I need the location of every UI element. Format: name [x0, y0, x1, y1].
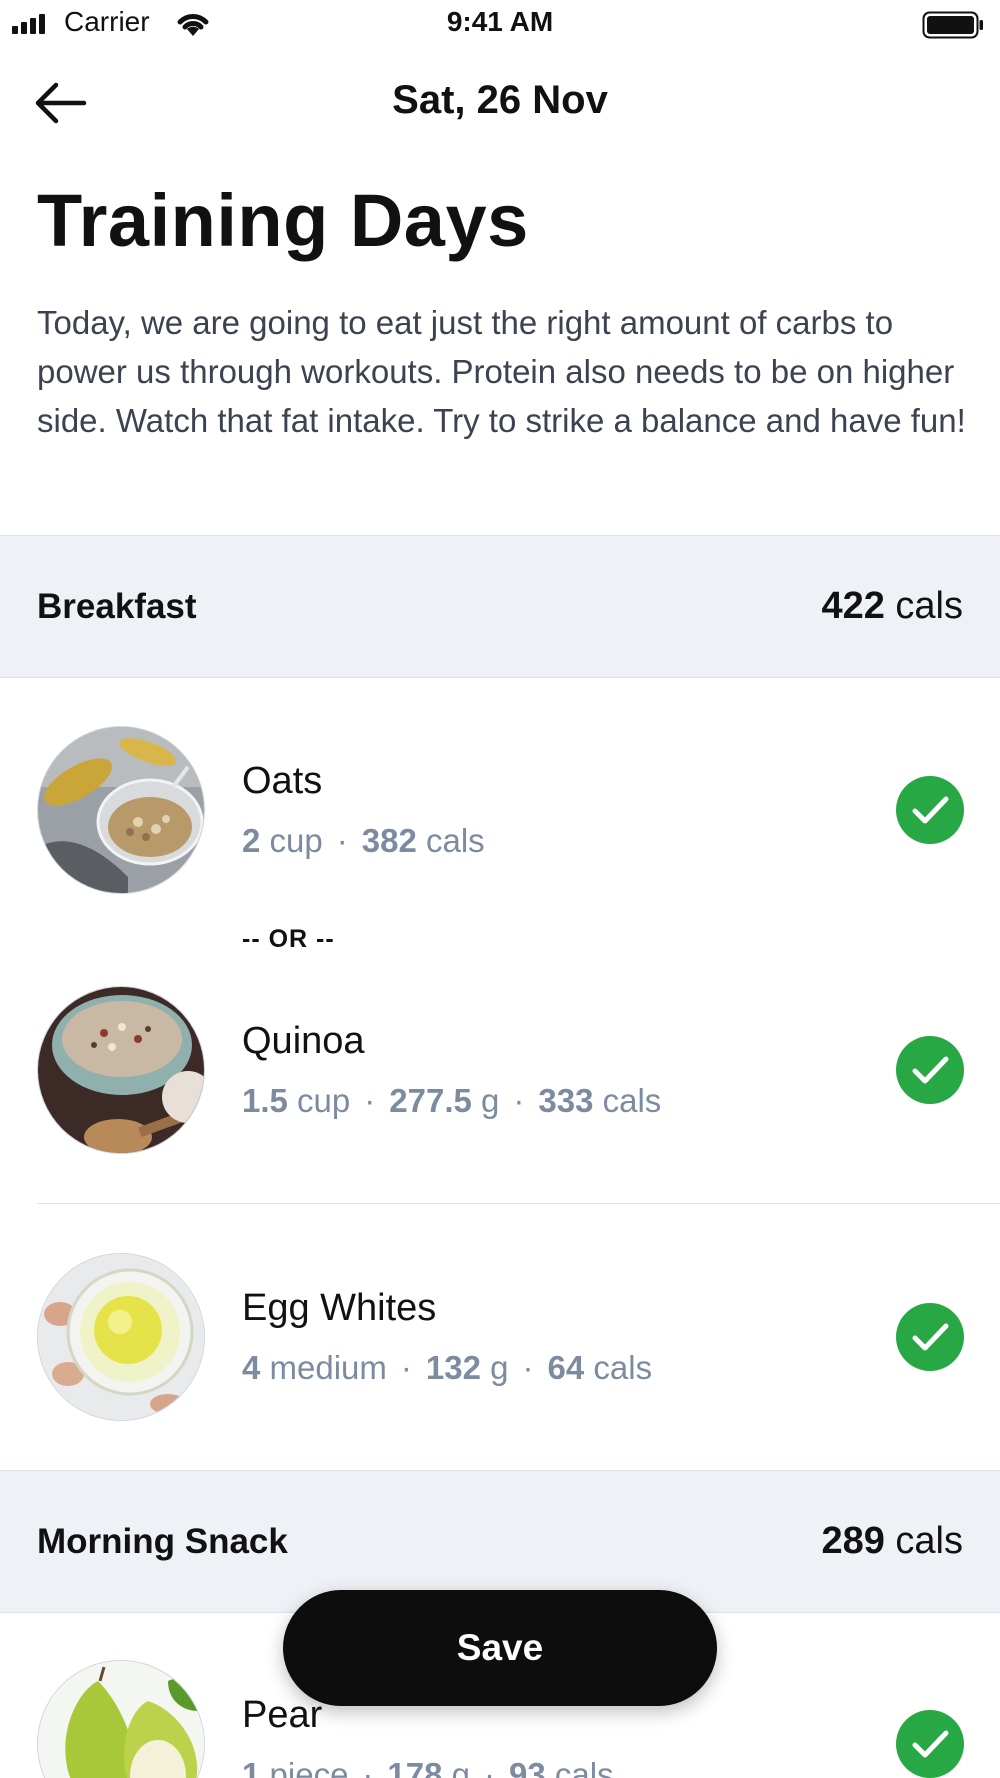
meal-name: Morning Snack [37, 1522, 288, 1561]
meal-name: Breakfast [37, 587, 197, 626]
plan-description: Today, we are going to eat just the righ… [37, 304, 966, 439]
save-button[interactable]: Save [283, 1590, 717, 1706]
status-time: 9:41 AM [446, 6, 554, 37]
oats-photo [37, 726, 205, 894]
quinoa-photo [37, 986, 205, 1154]
date-title: Sat, 26 Nov [392, 78, 608, 122]
screen: Carrier 9:41 AM Sat, 26 Nov Training Day… [0, 0, 1000, 1778]
check-toggle[interactable] [896, 776, 964, 844]
check-toggle[interactable] [896, 1036, 964, 1104]
food-item-egg-whites[interactable]: Egg Whites 4 medium · 132 g · 64 cals [0, 1253, 1000, 1433]
battery-icon [922, 11, 983, 39]
food-name: Oats [242, 760, 323, 802]
status-bar: Carrier 9:41 AM [0, 0, 1000, 50]
meal-header-breakfast: Breakfast 422 cals [0, 535, 1000, 678]
checkmark-icon [912, 796, 949, 824]
check-toggle[interactable] [896, 1303, 964, 1371]
checkmark-icon [912, 1056, 949, 1084]
or-separator: -- OR -- [242, 925, 335, 953]
egg-whites-photo [37, 1253, 205, 1421]
meal-calories: 289 cals [821, 1520, 963, 1562]
check-toggle[interactable] [896, 1710, 964, 1778]
food-name: Quinoa [242, 1020, 365, 1062]
checkmark-icon [912, 1323, 949, 1351]
food-name: Egg Whites [242, 1287, 437, 1329]
pear-photo [37, 1660, 205, 1778]
meal-calories: 422 cals [821, 585, 963, 627]
food-details: 4 medium · 132 g · 64 cals [242, 1349, 653, 1386]
food-item-oats[interactable]: Oats 2 cup · 382 cals [0, 726, 1000, 906]
food-item-quinoa[interactable]: Quinoa 1.5 cup · 277.5 g · 333 cals [0, 986, 1000, 1166]
nav-header: Sat, 26 Nov [0, 60, 1000, 144]
food-details: 1 piece · 178 g · 93 cals [242, 1756, 614, 1778]
item-divider [37, 1203, 1000, 1204]
food-details: 1.5 cup · 277.5 g · 333 cals [242, 1082, 662, 1119]
page-title: Training Days [37, 179, 529, 262]
food-details: 2 cup · 382 cals [242, 822, 485, 859]
food-name: Pear [242, 1694, 323, 1736]
checkmark-icon [912, 1730, 949, 1758]
